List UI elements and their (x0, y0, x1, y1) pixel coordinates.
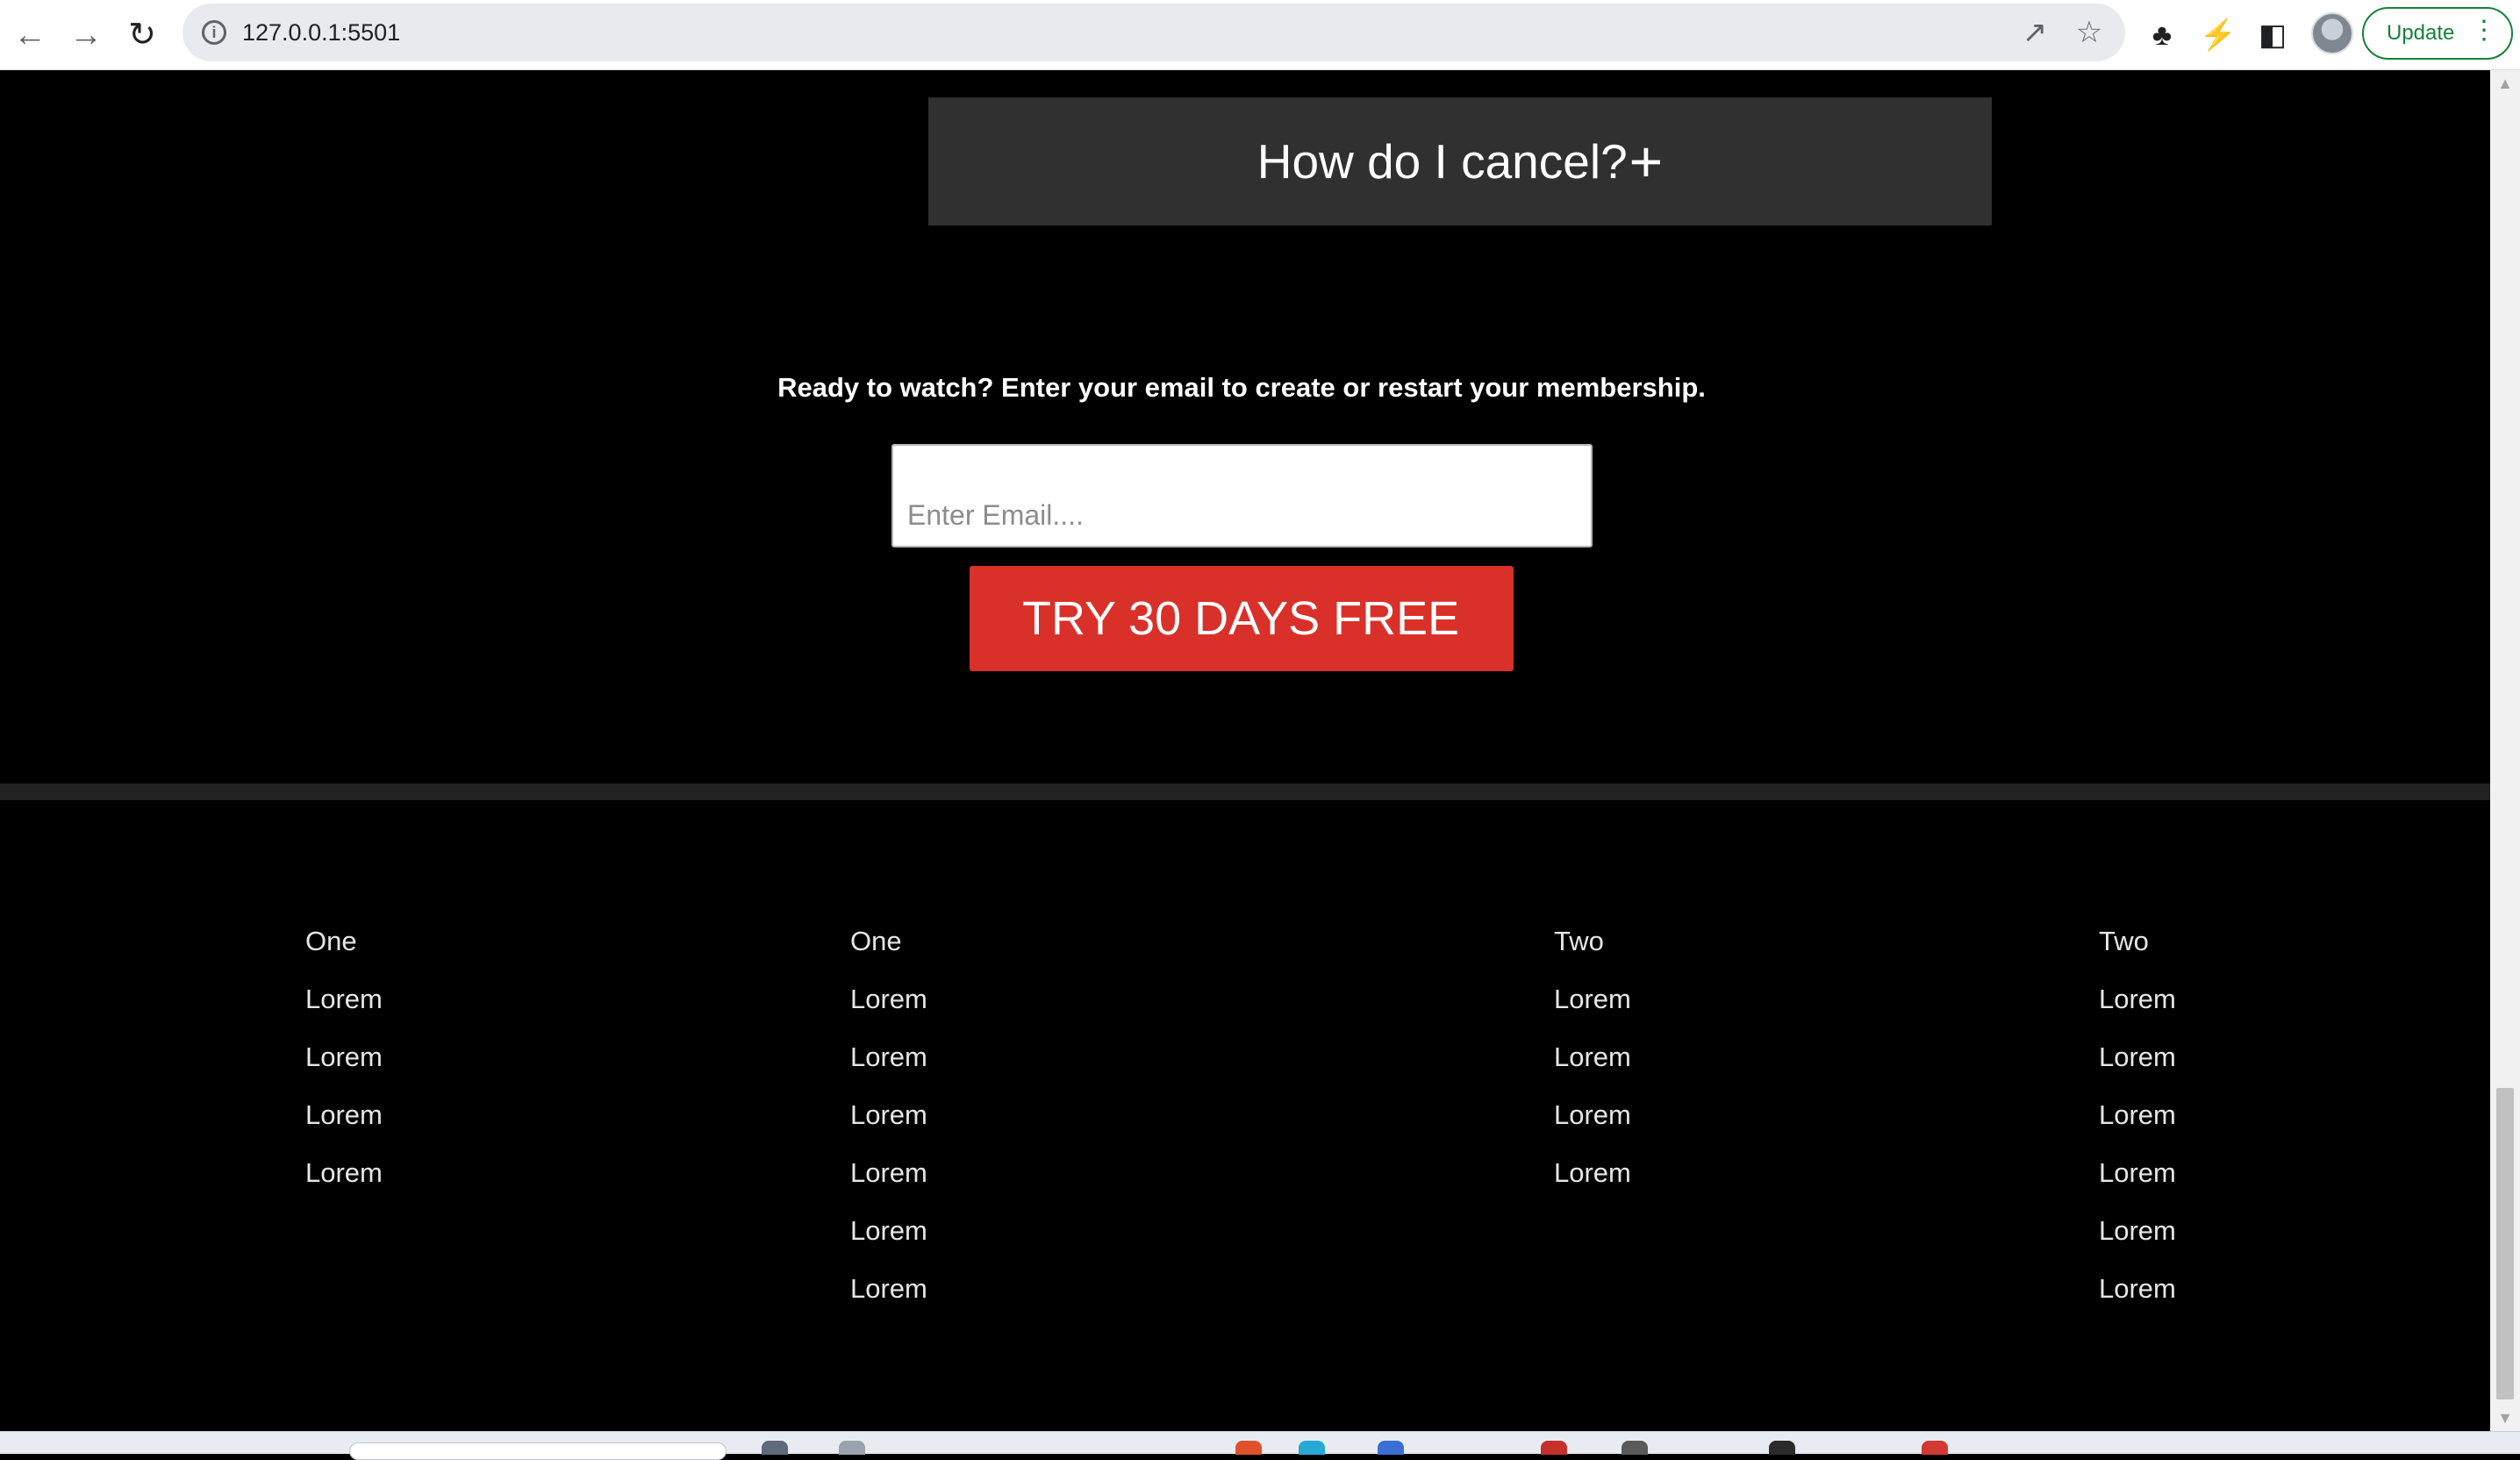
scroll-down-icon[interactable]: ▼ (2490, 1405, 2520, 1431)
faq-question: How do I cancel? (1256, 134, 1628, 189)
taskbar-app-icon[interactable] (1378, 1441, 1404, 1455)
taskbar-app-icon[interactable] (1299, 1441, 1325, 1455)
footer-column: One Lorem Lorem Lorem Lorem (305, 920, 383, 1209)
footer-link[interactable]: Lorem (1554, 1035, 1631, 1093)
footer-link[interactable]: Lorem (2099, 1093, 2176, 1151)
email-field[interactable] (891, 444, 1593, 548)
taskbar-app-icon[interactable] (1922, 1441, 1948, 1455)
footer-link[interactable]: Lorem (2099, 977, 2176, 1035)
scroll-up-icon[interactable]: ▲ (2490, 70, 2520, 97)
section-divider (0, 784, 2490, 800)
share-icon[interactable]: ↗ (2015, 12, 2055, 53)
address-bar[interactable]: i 127.0.0.1:5501 ↗ ☆ (183, 4, 2125, 61)
taskbar-app-icon[interactable] (839, 1441, 865, 1455)
footer-link[interactable]: Lorem (305, 977, 383, 1035)
footer-link[interactable]: Lorem (850, 1267, 927, 1325)
taskbar-app-icon[interactable] (1541, 1441, 1567, 1455)
taskbar-search[interactable] (349, 1442, 727, 1460)
forward-icon[interactable]: → (63, 12, 109, 58)
side-panel-icon[interactable]: ◧ (2250, 12, 2295, 58)
star-icon[interactable]: ☆ (2069, 12, 2109, 53)
footer-link[interactable]: Lorem (2099, 1035, 2176, 1093)
footer-link[interactable]: Lorem (305, 1035, 383, 1093)
footer-link[interactable]: Lorem (1554, 1151, 1631, 1209)
kebab-menu-icon[interactable]: ⋮ (2471, 18, 2497, 44)
footer-column-heading: One (305, 926, 357, 956)
footer-link[interactable]: Lorem (2099, 1267, 2176, 1325)
try-free-button[interactable]: TRY 30 DAYS FREE (970, 566, 1514, 671)
footer-column-heading: Two (1554, 926, 1604, 956)
taskbar-app-icon[interactable] (1622, 1441, 1648, 1455)
faq-item-cancel[interactable]: How do I cancel? + (928, 97, 1992, 225)
footer-column: Two Lorem Lorem Lorem Lorem Lorem Lorem (2099, 920, 2176, 1325)
footer-link[interactable]: Lorem (850, 1151, 927, 1209)
os-taskbar (0, 1431, 2520, 1460)
footer-link[interactable]: Lorem (305, 1151, 383, 1209)
footer-link[interactable]: Lorem (850, 1035, 927, 1093)
page-scrollbar[interactable]: ▲ ▼ (2490, 70, 2520, 1431)
update-label: Update (2387, 21, 2455, 45)
taskbar-app-icon[interactable] (1769, 1441, 1795, 1455)
footer-link[interactable]: Lorem (850, 1209, 927, 1267)
taskbar-app-icon[interactable] (1235, 1441, 1262, 1455)
footer-link[interactable]: Lorem (305, 1093, 383, 1151)
footer-column: One Lorem Lorem Lorem Lorem Lorem Lorem (850, 920, 927, 1325)
info-icon[interactable]: i (202, 20, 226, 45)
puzzle-icon[interactable]: ♣ (2139, 12, 2185, 58)
footer-link[interactable]: Lorem (2099, 1209, 2176, 1267)
signup-prompt: Ready to watch? Enter your email to crea… (777, 372, 1706, 403)
footer-link[interactable]: Lorem (1554, 977, 1631, 1035)
footer-link[interactable]: Lorem (2099, 1151, 2176, 1209)
profile-avatar[interactable] (2311, 12, 2353, 54)
footer-column-heading: One (850, 926, 902, 956)
back-icon[interactable]: ← (7, 12, 53, 58)
plus-icon: + (1629, 129, 1664, 194)
browser-toolbar: ← → ↻ i 127.0.0.1:5501 ↗ ☆ ♣ ⚡ ◧ Update … (0, 0, 2520, 70)
sync-icon[interactable]: ⚡ (2195, 12, 2241, 58)
footer-column: Two Lorem Lorem Lorem Lorem (1554, 920, 1631, 1209)
reload-icon[interactable]: ↻ (119, 12, 165, 58)
footer-link[interactable]: Lorem (850, 1093, 927, 1151)
footer-link[interactable]: Lorem (1554, 1093, 1631, 1151)
taskbar-app-icon[interactable] (762, 1441, 788, 1455)
update-button[interactable]: Update ⋮ (2362, 7, 2513, 60)
scroll-thumb[interactable] (2496, 1088, 2514, 1399)
footer-column-heading: Two (2099, 926, 2149, 956)
url-text[interactable]: 127.0.0.1:5501 (242, 4, 400, 61)
footer-link[interactable]: Lorem (850, 977, 927, 1035)
